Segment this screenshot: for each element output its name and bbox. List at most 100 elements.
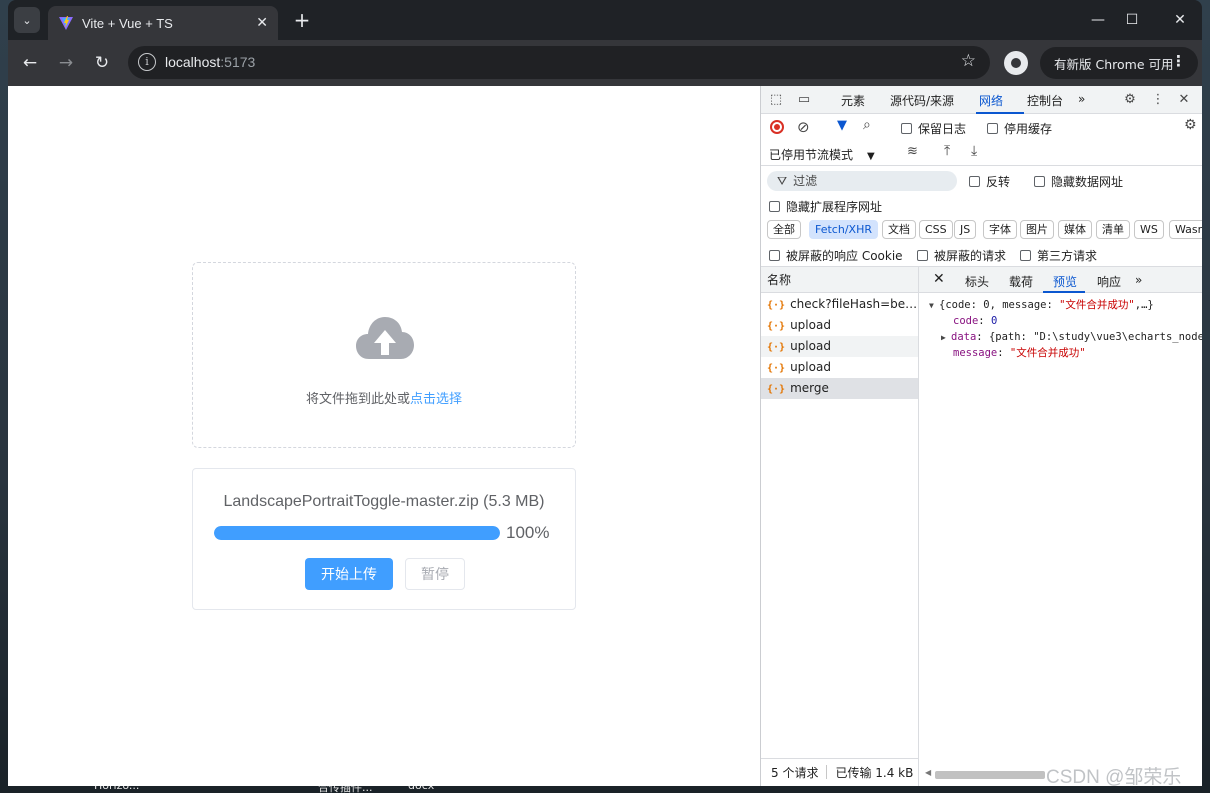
scrollbar-thumb[interactable] — [935, 771, 1045, 779]
type-filter-css[interactable]: CSS — [919, 220, 953, 239]
json-key: code — [953, 315, 979, 327]
expand-triangle-icon[interactable]: ▼ — [929, 298, 939, 314]
name-column-header[interactable]: 名称 — [761, 267, 918, 293]
invert-checkbox[interactable]: 反转 — [969, 173, 1010, 190]
json-message-row: message: "文件合并成功" — [953, 347, 1086, 359]
settings-gear-icon[interactable]: ⚙ — [1121, 91, 1139, 109]
request-row[interactable]: {·} upload — [761, 315, 918, 336]
url-port: :5173 — [220, 54, 256, 70]
more-tabs-icon[interactable]: » — [1078, 92, 1085, 106]
pause-button[interactable]: 暂停 — [405, 558, 465, 590]
type-filter-js[interactable]: JS — [954, 220, 977, 239]
third-party-checkbox[interactable]: 第三方请求 — [1020, 247, 1097, 264]
tab-payload[interactable]: 载荷 — [1009, 273, 1033, 290]
bookmark-star-icon[interactable]: ☆ — [961, 51, 976, 71]
more-detail-tabs-icon[interactable]: » — [1135, 273, 1142, 287]
throttling-select[interactable]: 已停用节流模式 ▼ — [769, 146, 875, 163]
reload-icon[interactable]: ↻ — [90, 51, 114, 75]
site-info-icon[interactable]: i — [138, 53, 156, 71]
url-text[interactable]: localhost:5173 — [165, 54, 255, 70]
tab-preview[interactable]: 预览 — [1053, 273, 1077, 290]
extension-row: 隐藏扩展程序网址 — [761, 193, 1202, 217]
clear-icon[interactable]: ⊘ — [797, 118, 810, 136]
filter-input[interactable]: ⛛ 过滤 — [767, 171, 957, 191]
filter-funnel-icon[interactable]: ▼ — [837, 118, 847, 133]
close-tab-icon[interactable]: ✕ — [256, 15, 268, 31]
export-download-icon[interactable]: ⤓ — [971, 143, 977, 159]
type-filter-img[interactable]: 图片 — [1020, 220, 1054, 239]
type-filter-media[interactable]: 媒体 — [1058, 220, 1092, 239]
search-icon[interactable]: ⌕ — [863, 117, 871, 133]
blocked-cookies-checkbox[interactable]: 被屏蔽的响应 Cookie — [769, 247, 903, 264]
hide-extension-urls-checkbox[interactable]: 隐藏扩展程序网址 — [769, 198, 882, 215]
tab-sources[interactable]: 源代码/来源 — [890, 92, 954, 109]
xhr-icon: {·} — [767, 342, 786, 353]
hide-data-urls-checkbox[interactable]: 隐藏数据网址 — [1034, 173, 1123, 190]
request-row-selected[interactable]: {·} merge — [761, 378, 918, 399]
forward-icon[interactable]: → — [54, 51, 78, 75]
progress-fill — [214, 526, 500, 540]
preserve-log-checkbox[interactable]: 保留日志 — [901, 120, 966, 137]
type-filter-ws[interactable]: WS — [1134, 220, 1164, 239]
device-toolbar-icon[interactable]: ▭ — [795, 91, 813, 109]
hide-data-urls-label: 隐藏数据网址 — [1051, 175, 1124, 189]
tab-response[interactable]: 响应 — [1097, 273, 1121, 290]
json-code-row: code: 0 — [953, 315, 998, 327]
progress-percent: 100% — [506, 523, 550, 542]
blocked-requests-checkbox[interactable]: 被屏蔽的请求 — [917, 247, 1006, 264]
browser-tab[interactable]: Vite + Vue + TS ✕ — [48, 6, 278, 40]
request-row[interactable]: {·} upload — [761, 357, 918, 378]
vite-logo-icon — [59, 16, 73, 30]
import-upload-icon[interactable]: ⤒ — [944, 143, 950, 159]
minimize-icon[interactable]: — — [1086, 8, 1110, 32]
type-filter-font[interactable]: 字体 — [983, 220, 1017, 239]
type-filter-manifest[interactable]: 清单 — [1096, 220, 1130, 239]
json-preview: ▼ {code: 0, message: "文件合并成功",…} code: 0 … — [919, 297, 1202, 361]
start-upload-button[interactable]: 开始上传 — [305, 558, 393, 590]
type-filter-doc[interactable]: 文档 — [882, 220, 916, 239]
tab-search-button[interactable]: ⌄ — [14, 7, 40, 33]
type-filter-all[interactable]: 全部 — [767, 220, 801, 239]
new-tab-button[interactable]: + — [290, 8, 314, 32]
collapsed-triangle-icon[interactable]: ▶ — [941, 330, 951, 346]
type-filter-wasm[interactable]: Wasm — [1169, 220, 1202, 239]
json-key: data — [951, 331, 977, 343]
close-devtools-icon[interactable]: ✕ — [1175, 91, 1193, 109]
address-bar[interactable]: i localhost:5173 ☆ — [128, 46, 990, 79]
xhr-icon: {·} — [767, 321, 786, 332]
tab-elements[interactable]: 元素 — [841, 92, 865, 109]
preserve-log-label: 保留日志 — [918, 122, 967, 136]
tab-network[interactable]: 网络 — [979, 92, 1003, 109]
tab-headers[interactable]: 标头 — [965, 273, 989, 290]
back-icon[interactable]: ← — [18, 51, 42, 75]
network-status-bar: 5 个请求 已传输 1.4 kB — [761, 758, 919, 786]
request-list: 名称 {·} check?fileHash=be0c... {·} upload {… — [761, 267, 919, 766]
window-close-icon[interactable]: ✕ — [1168, 8, 1192, 32]
request-row[interactable]: {·} check?fileHash=be0c... — [761, 294, 918, 315]
wifi-settings-icon[interactable]: ≋ — [907, 144, 918, 159]
network-settings-icon[interactable]: ⚙ — [1184, 117, 1197, 133]
tab-console[interactable]: 控制台 — [1027, 92, 1063, 109]
profile-icon[interactable] — [1004, 51, 1028, 75]
request-row[interactable]: {·} upload — [761, 336, 918, 357]
more-options-icon[interactable]: ⋮ — [1149, 91, 1167, 109]
select-file-link[interactable]: 点击选择 — [410, 391, 462, 406]
inspect-element-icon[interactable]: ⬚ — [767, 91, 785, 109]
disable-cache-checkbox[interactable]: 停用缓存 — [987, 120, 1052, 137]
watermark-text: CSDN @邹荣乐 — [1046, 767, 1182, 788]
type-filter-fetch-xhr[interactable]: Fetch/XHR — [809, 220, 878, 239]
scroll-left-icon[interactable]: ◀ — [925, 768, 931, 777]
close-detail-icon[interactable]: ✕ — [933, 271, 945, 287]
request-name: upload — [790, 360, 831, 374]
chrome-update-button[interactable]: 有新版 Chrome 可用 ⋮ — [1040, 47, 1198, 79]
json-data-row[interactable]: ▶ data: {path: "D:\study\vue3\echarts_nod… — [919, 329, 1202, 345]
record-stop-icon[interactable] — [770, 120, 784, 134]
more-icon[interactable]: ⋮ — [1171, 52, 1186, 70]
maximize-icon[interactable]: ☐ — [1120, 8, 1144, 32]
json-object-summary: {path: "D:\study\vue3\echarts_nodejs — [988, 331, 1202, 343]
xhr-icon: {·} — [767, 300, 786, 311]
json-summary-open: {code: 0, message: — [939, 299, 1060, 311]
upload-dropzone[interactable]: 将文件拖到此处或点击选择 — [192, 262, 576, 448]
json-root[interactable]: ▼ {code: 0, message: "文件合并成功",…} — [919, 297, 1202, 313]
json-key: message — [953, 347, 998, 359]
